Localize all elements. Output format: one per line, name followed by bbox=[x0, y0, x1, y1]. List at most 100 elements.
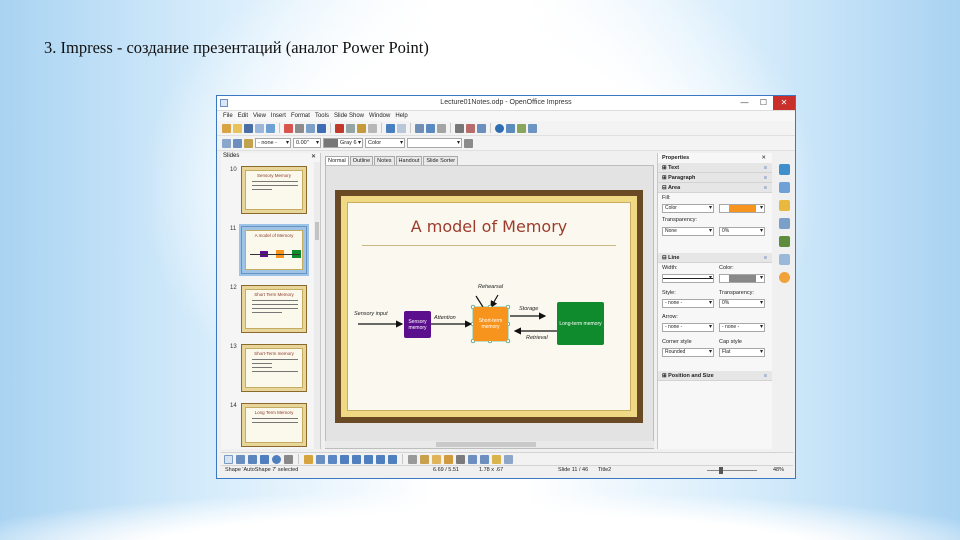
menu-file[interactable]: File bbox=[223, 113, 233, 119]
line-color-select[interactable] bbox=[719, 274, 765, 283]
section-paragraph[interactable]: ⊞ Paragraph ≡ bbox=[658, 173, 772, 183]
slide-canvas[interactable]: A model of Memory Sensory memory Short-t… bbox=[335, 190, 643, 423]
styles-deck-icon[interactable] bbox=[778, 236, 790, 247]
stars-icon[interactable] bbox=[388, 454, 397, 464]
line-tool-icon[interactable] bbox=[236, 454, 245, 464]
alignment-icon[interactable] bbox=[468, 454, 477, 464]
paste-icon[interactable] bbox=[357, 123, 366, 133]
ellipse-icon[interactable] bbox=[272, 454, 281, 464]
transparency-select[interactable]: None bbox=[662, 227, 714, 236]
slide-thumbnail[interactable]: Long Term Memory bbox=[241, 403, 307, 447]
properties-deck-icon[interactable] bbox=[778, 164, 790, 175]
arrow-tool-icon[interactable] bbox=[248, 454, 257, 464]
horizontal-scrollbar[interactable] bbox=[325, 441, 654, 448]
menu-format[interactable]: Format bbox=[291, 113, 310, 119]
styles-icon[interactable] bbox=[222, 138, 231, 148]
area-icon[interactable] bbox=[244, 138, 253, 148]
menu-edit[interactable]: Edit bbox=[238, 113, 248, 119]
slide-transition-icon[interactable] bbox=[778, 218, 790, 229]
table-icon[interactable] bbox=[426, 123, 435, 133]
minimize-button[interactable]: — bbox=[736, 96, 753, 110]
arrange-icon[interactable] bbox=[480, 454, 489, 464]
area-style-select[interactable]: Color bbox=[365, 138, 405, 148]
line-width-select[interactable]: 0.00" bbox=[293, 138, 321, 148]
menu-slide-show[interactable]: Slide Show bbox=[334, 113, 364, 119]
status-zoom[interactable]: 48% bbox=[773, 467, 784, 473]
navigator-icon[interactable] bbox=[466, 123, 475, 133]
extrusion-icon[interactable] bbox=[492, 454, 501, 464]
slides-pane-close-icon[interactable]: ✕ bbox=[311, 153, 316, 160]
tab-outline[interactable]: Outline bbox=[349, 156, 374, 165]
curve-icon[interactable] bbox=[304, 454, 313, 464]
scrollbar-thumb[interactable] bbox=[315, 222, 319, 240]
corner-style-select[interactable]: Rounded bbox=[662, 348, 714, 357]
sensory-memory-box[interactable]: Sensory memory bbox=[404, 311, 431, 338]
grid-icon[interactable] bbox=[437, 123, 446, 133]
transparency-percent[interactable]: 0% bbox=[719, 227, 765, 236]
master-pages-icon[interactable] bbox=[778, 182, 790, 193]
tab-notes[interactable]: Notes bbox=[374, 156, 395, 165]
cut-icon[interactable] bbox=[335, 123, 344, 133]
section-text[interactable]: ⊞ Text ≡ bbox=[658, 163, 772, 173]
zoom-slider-handle[interactable] bbox=[719, 467, 723, 474]
fill-select[interactable]: Color bbox=[662, 204, 714, 213]
spellcheck-icon[interactable] bbox=[306, 123, 315, 133]
chart-icon[interactable] bbox=[415, 123, 424, 133]
zoom-slider[interactable] bbox=[707, 470, 757, 471]
gallery-icon[interactable] bbox=[778, 254, 790, 265]
symbol-shapes-icon[interactable] bbox=[340, 454, 349, 464]
slide-show-icon[interactable] bbox=[517, 123, 526, 133]
block-arrows-icon[interactable] bbox=[352, 454, 361, 464]
area-fill-select[interactable] bbox=[407, 138, 462, 148]
undo-icon[interactable] bbox=[386, 123, 395, 133]
slide-thumbnail[interactable]: Short-Term memory bbox=[241, 344, 307, 392]
edit-file-icon[interactable] bbox=[266, 123, 275, 133]
section-area[interactable]: ⊟ Area ≡ bbox=[658, 183, 772, 193]
fontwork-icon[interactable] bbox=[420, 454, 429, 464]
callouts-icon[interactable] bbox=[376, 454, 385, 464]
arrow-end-select[interactable]: - none - bbox=[719, 323, 765, 332]
slide-layout-icon[interactable] bbox=[506, 123, 515, 133]
short-term-memory-box[interactable]: Short-term memory bbox=[473, 307, 508, 341]
open-icon[interactable] bbox=[233, 123, 242, 133]
shadow-icon[interactable] bbox=[464, 138, 473, 148]
section-position-size[interactable]: ⊞ Position and Size ≡ bbox=[658, 371, 772, 381]
points-icon[interactable] bbox=[408, 454, 417, 464]
select-icon[interactable] bbox=[224, 454, 233, 464]
navigator-deck-icon[interactable] bbox=[778, 272, 790, 283]
rectangle-icon[interactable] bbox=[260, 454, 269, 464]
rotate-icon[interactable] bbox=[456, 454, 465, 464]
basic-shapes-icon[interactable] bbox=[328, 454, 337, 464]
fill-color-select[interactable] bbox=[719, 204, 765, 213]
3d-icon[interactable] bbox=[504, 454, 513, 464]
line-color-select[interactable]: Gray 6 bbox=[323, 138, 363, 148]
scrollbar-thumb[interactable] bbox=[436, 442, 536, 447]
properties-close-icon[interactable]: ✕ bbox=[761, 153, 766, 163]
arrow-start-select[interactable]: - none - bbox=[662, 323, 714, 332]
from-file-icon[interactable] bbox=[432, 454, 441, 464]
help-icon[interactable] bbox=[495, 123, 504, 133]
tab-slide-sorter[interactable]: Slide Sorter bbox=[423, 156, 459, 165]
tab-handout[interactable]: Handout bbox=[395, 156, 423, 165]
line-icon[interactable] bbox=[233, 138, 242, 148]
autospell-icon[interactable] bbox=[317, 123, 326, 133]
save-icon[interactable] bbox=[244, 123, 253, 133]
redo-icon[interactable] bbox=[397, 123, 406, 133]
pdf-icon[interactable] bbox=[284, 123, 293, 133]
print-icon[interactable] bbox=[295, 123, 304, 133]
clone-icon[interactable] bbox=[368, 123, 377, 133]
line-style-select[interactable]: - none - bbox=[255, 138, 291, 148]
long-term-memory-box[interactable]: Long-term memory bbox=[557, 302, 604, 345]
copy-icon[interactable] bbox=[346, 123, 355, 133]
line-transparency-select[interactable]: 0% bbox=[719, 299, 765, 308]
line-style-select[interactable]: - none - bbox=[662, 299, 714, 308]
new-slide-icon[interactable] bbox=[528, 123, 537, 133]
connector-icon[interactable] bbox=[316, 454, 325, 464]
menu-view[interactable]: View bbox=[253, 113, 266, 119]
email-icon[interactable] bbox=[255, 123, 264, 133]
menu-help[interactable]: Help bbox=[395, 113, 407, 119]
text-icon[interactable] bbox=[284, 454, 293, 464]
gallery-tool-icon[interactable] bbox=[444, 454, 453, 464]
display-grid-icon[interactable] bbox=[455, 123, 464, 133]
tab-normal[interactable]: Normal bbox=[325, 156, 349, 165]
